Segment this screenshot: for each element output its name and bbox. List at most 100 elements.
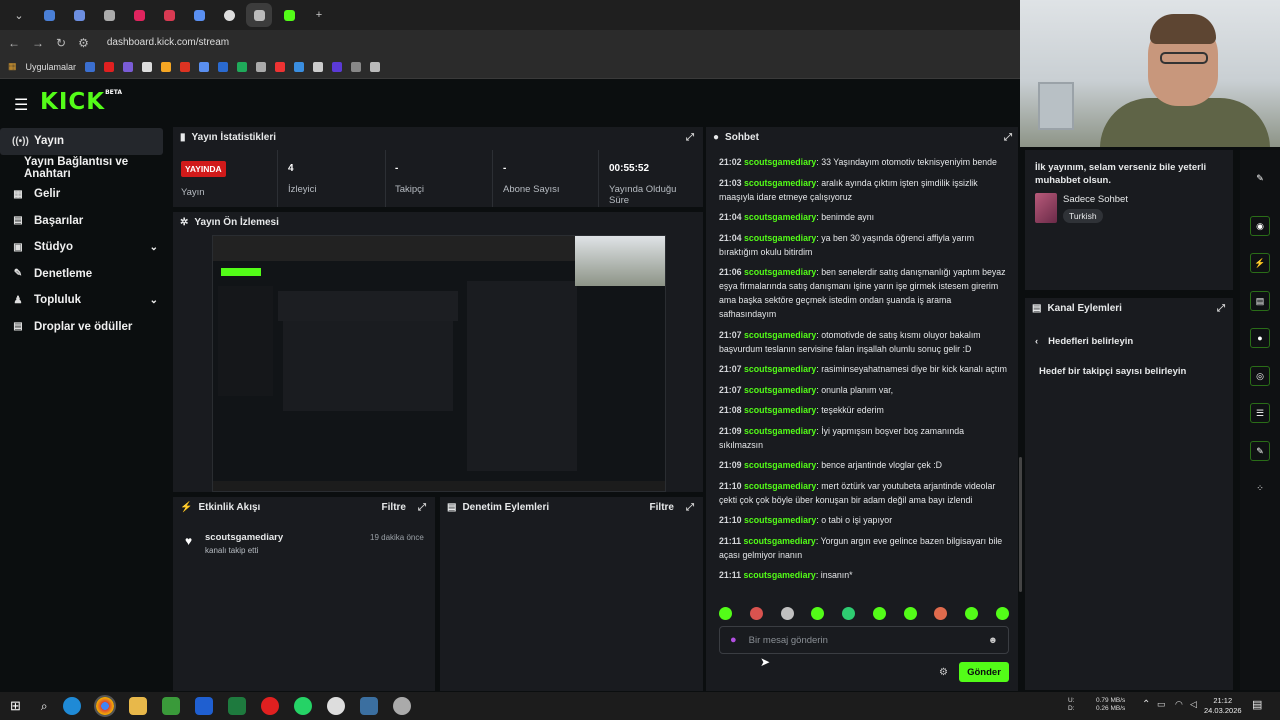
category-thumbnail[interactable]: [1035, 193, 1057, 223]
sidebar-item-gelir[interactable]: ▦ Gelir: [0, 181, 170, 208]
sidebar-item-yayin[interactable]: ((•)) Yayın: [0, 128, 163, 155]
chat-username[interactable]: scoutsgamediary: [744, 330, 816, 340]
bookmark-icon[interactable]: [313, 61, 324, 72]
edit-pencil-icon[interactable]: ✎: [1250, 168, 1270, 188]
chevron-down-icon[interactable]: ⌄: [150, 242, 158, 253]
emote-icon[interactable]: [719, 607, 732, 620]
bookmark-icon[interactable]: [85, 61, 96, 72]
site-info-icon[interactable]: ⚙: [78, 36, 89, 50]
browser-tab[interactable]: [216, 3, 242, 27]
chat-username[interactable]: scoutsgamediary: [744, 405, 816, 415]
sidebar-item-droplar[interactable]: ▤ Droplar ve ödüller: [0, 314, 170, 341]
emote-icon[interactable]: [780, 607, 794, 620]
chat-username[interactable]: scoutsgamediary: [744, 481, 816, 491]
browser-tab[interactable]: [96, 3, 122, 27]
reload-icon[interactable]: ↻: [56, 36, 66, 50]
bookmark-icon[interactable]: [256, 61, 267, 72]
excel-icon[interactable]: [227, 697, 246, 715]
wrench-icon[interactable]: ✎: [1250, 441, 1270, 461]
goals-back-link[interactable]: ‹ Hedefleri belirleyin: [1035, 336, 1133, 347]
chat-username[interactable]: scoutsgamediary: [744, 267, 816, 277]
chat-username[interactable]: scoutsgamediary: [744, 233, 816, 243]
bookmark-icon[interactable]: [161, 61, 172, 72]
app-icon[interactable]: [392, 697, 411, 715]
browser-tab[interactable]: [126, 3, 152, 27]
chevron-left-icon[interactable]: ‹: [1035, 336, 1038, 347]
emote-icon[interactable]: [934, 607, 948, 620]
emote-icon[interactable]: [965, 607, 979, 620]
edge-icon[interactable]: [62, 697, 81, 715]
notification-icon[interactable]: ▤: [1252, 698, 1262, 711]
tray-chevron-icon[interactable]: ⌃: [1142, 699, 1150, 710]
set-follower-goal-item[interactable]: Hedef bir takipçi sayısı belirleyin: [1039, 366, 1186, 377]
browser-tab[interactable]: [186, 3, 212, 27]
chat-bubble-icon[interactable]: ●: [1250, 328, 1270, 348]
microphone-icon[interactable]: ●: [730, 634, 737, 646]
emoji-icon[interactable]: ☻: [988, 635, 998, 646]
search-icon[interactable]: ⌕: [41, 699, 48, 714]
bookmark-icon[interactable]: [199, 61, 210, 72]
tab-list-button[interactable]: ⌄: [6, 3, 32, 27]
chat-username[interactable]: scoutsgamediary: [744, 515, 816, 525]
chat-input[interactable]: ● Bir mesaj gönderin ☻: [719, 626, 1009, 654]
volume-icon[interactable]: ◁: [1190, 699, 1197, 710]
url-field[interactable]: dashboard.kick.com/stream: [107, 37, 229, 48]
file-explorer-icon[interactable]: [128, 697, 147, 715]
battery-icon[interactable]: ▭: [1157, 699, 1166, 710]
bookmark-icon[interactable]: [104, 61, 115, 72]
chat-username[interactable]: scoutsgamediary: [743, 570, 815, 580]
emote-icon[interactable]: [872, 607, 886, 620]
document-icon[interactable]: ▤: [1250, 291, 1270, 311]
event-user[interactable]: scoutsgamediary: [205, 532, 283, 543]
chat-username[interactable]: scoutsgamediary: [744, 364, 816, 374]
chrome-icon[interactable]: [93, 695, 116, 717]
bookmark-icon[interactable]: [294, 61, 305, 72]
bookmark-icon[interactable]: [218, 61, 229, 72]
browser-tab[interactable]: [36, 3, 62, 27]
clock[interactable]: 21:12 24.03.2026: [1204, 696, 1242, 716]
filter-button[interactable]: Filtre: [650, 502, 674, 513]
browser-tab[interactable]: [66, 3, 92, 27]
windows-start-icon[interactable]: ⊞: [10, 698, 21, 714]
emote-icon[interactable]: [903, 607, 917, 620]
browser-tab[interactable]: [156, 3, 182, 27]
browser-tab[interactable]: [276, 3, 302, 27]
sidebar-item-studyo[interactable]: ▣ Stüdyo ⌄: [0, 234, 170, 261]
wifi-icon[interactable]: ◠: [1175, 699, 1183, 710]
bookmark-icon[interactable]: [237, 61, 248, 72]
kick-logo[interactable]: KICKBETA: [40, 89, 122, 115]
stream-tag[interactable]: Turkish: [1063, 209, 1103, 223]
apps-icon[interactable]: ▦: [8, 61, 17, 72]
bookmark-icon[interactable]: [332, 61, 343, 72]
chat-username[interactable]: scoutsgamediary: [744, 426, 816, 436]
chat-username[interactable]: scoutsgamediary: [743, 536, 815, 546]
sidebar-item-basarilar[interactable]: ▤ Başarılar: [0, 208, 170, 235]
app-icon[interactable]: [359, 697, 378, 715]
sidebar-item-stream-key[interactable]: Yayın Bağlantısı ve Anahtarı: [0, 155, 170, 182]
emote-icon[interactable]: [749, 607, 763, 620]
bookmark-icon[interactable]: [370, 61, 381, 72]
broadcast-icon[interactable]: ◎: [1250, 366, 1270, 386]
chat-username[interactable]: scoutsgamediary: [744, 385, 816, 395]
whatsapp-icon[interactable]: [293, 697, 312, 715]
app-icon[interactable]: [161, 697, 180, 715]
camera-icon[interactable]: ◉: [1250, 216, 1270, 236]
forward-icon[interactable]: →: [32, 36, 44, 50]
emote-icon[interactable]: [842, 607, 856, 620]
chat-username[interactable]: scoutsgamediary: [744, 178, 816, 188]
new-tab-button[interactable]: +: [306, 3, 332, 27]
chevron-down-icon[interactable]: ⌄: [150, 295, 158, 306]
bookmark-icon[interactable]: [351, 61, 362, 72]
emote-icon[interactable]: [811, 607, 825, 620]
bookmark-icon[interactable]: [275, 61, 286, 72]
bookmark-icon[interactable]: [180, 61, 191, 72]
obs-icon[interactable]: [326, 697, 345, 715]
bookmarks-apps-label[interactable]: Uygulamalar: [26, 62, 77, 72]
category-name[interactable]: Sadece Sohbet: [1063, 194, 1128, 205]
expand-icon[interactable]: ⤢: [1004, 132, 1012, 143]
filter-button[interactable]: Filtre: [382, 502, 406, 513]
word-icon[interactable]: [194, 697, 213, 715]
expand-icon[interactable]: ⤢: [418, 502, 426, 513]
lightning-icon[interactable]: ⚡: [1250, 253, 1270, 273]
emote-icon[interactable]: [995, 607, 1009, 620]
